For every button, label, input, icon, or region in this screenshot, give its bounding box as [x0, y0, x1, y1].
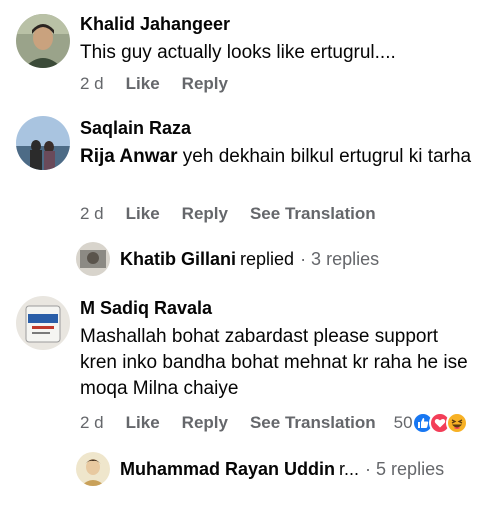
avatar [76, 242, 110, 276]
like-button[interactable]: Like [126, 413, 160, 433]
like-button[interactable]: Like [126, 74, 160, 94]
reply-author: Khatib Gillani [120, 248, 237, 269]
avatar[interactable] [16, 296, 70, 350]
comment-time[interactable]: 2 d [80, 204, 104, 224]
comment-author[interactable]: Khalid Jahangeer [80, 14, 230, 35]
reply-count: · 3 replies [300, 248, 380, 269]
view-replies-button[interactable]: Khatib Gillani replied · 3 replies [76, 242, 379, 276]
reply-verb: replied [240, 248, 295, 269]
see-translation-button[interactable]: See Translation [250, 413, 376, 433]
reply-button[interactable]: Reply [182, 413, 228, 433]
reactions-summary[interactable]: 50 [394, 412, 468, 434]
reply-button[interactable]: Reply [182, 204, 228, 224]
view-replies-button[interactable]: Muhammad Rayan Uddin r... · 5 replies [76, 452, 444, 486]
comment-sadiq: M Sadiq Ravala Mashallah bohat zabardast… [0, 290, 500, 505]
reply-count: · 5 replies [365, 458, 445, 479]
reaction-count: 50 [393, 413, 413, 432]
avatar[interactable] [16, 14, 70, 68]
reply-author: Muhammad Rayan Uddin [120, 458, 336, 479]
comment-text: Mashallah bohat zabardast please support… [80, 326, 468, 399]
comment-khalid: Khalid Jahangeer This guy actually looks… [0, 0, 500, 110]
comment-author[interactable]: M Sadiq Ravala [80, 298, 212, 319]
avatar[interactable] [16, 116, 70, 170]
comment-time[interactable]: 2 d [80, 74, 104, 94]
comment-time[interactable]: 2 d [80, 413, 104, 433]
comment-author[interactable]: Saqlain Raza [80, 118, 191, 139]
like-button[interactable]: Like [126, 204, 160, 224]
haha-reaction-icon [445, 412, 468, 434]
comment-body: yeh dekhain bilkul ertugrul ki tarha [177, 146, 472, 167]
comment-actions: 2 d Like Reply See Translation [80, 204, 398, 224]
reply-verb: r... [339, 458, 360, 479]
comment-actions: 2 d Like Reply [80, 74, 250, 94]
mention-link[interactable]: Rija Anwar [80, 146, 178, 167]
comment-text: Rija Anwar yeh dekhain bilkul ertugrul k… [80, 144, 480, 170]
see-translation-button[interactable]: See Translation [250, 204, 376, 224]
comment-saqlain: Saqlain Raza Rija Anwar yeh dekhain bilk… [0, 110, 500, 290]
reply-button[interactable]: Reply [182, 74, 228, 94]
comment-text: This guy actually looks like ertugrul...… [80, 42, 396, 63]
avatar [76, 452, 110, 486]
comment-actions: 2 d Like Reply See Translation 50 [80, 412, 468, 434]
